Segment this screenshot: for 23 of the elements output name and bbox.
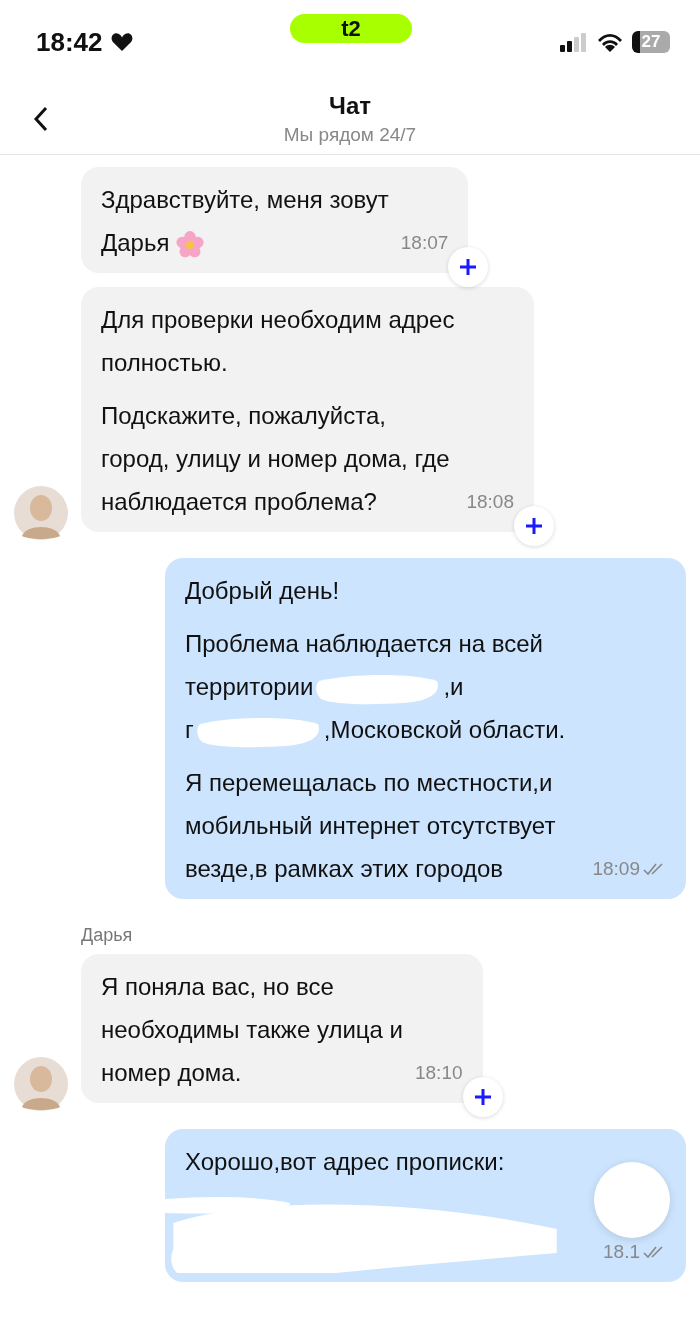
message-text: Добрый день!	[185, 576, 340, 606]
message-text: Я перемещалась по местности,и мобильный интернет отсутствует везде,в рамках этих городов	[185, 768, 556, 884]
battery-level: 27	[632, 31, 670, 53]
message-text: территории	[185, 673, 314, 700]
message-text: Для проверки необходим адрес полностью.	[101, 305, 455, 378]
carrier-logo: t2	[290, 14, 412, 43]
chat-title: Чат	[329, 92, 371, 120]
message-text: Подскажите, пожалуйста, город, улицу и номер дома, где наблюдается проблема?	[101, 401, 450, 517]
sender-name: Дарья	[81, 925, 134, 946]
message-text: ,и	[443, 673, 464, 700]
message-text: Здравствуйте, меня зовут Дарья	[101, 178, 389, 264]
message-time: 18:08	[466, 490, 514, 514]
message-time: 18.1	[603, 1240, 640, 1264]
message-text: г	[185, 716, 194, 743]
message-time: 18:09	[592, 857, 640, 881]
message-text: Я поняла вас, но все необходимы также улица и номер дома.	[101, 972, 403, 1088]
chat-subtitle: Мы рядом 24/7	[283, 124, 417, 146]
message-text: Хорошо,вот адрес прописки:	[185, 1147, 505, 1177]
message-text: Проблема наблюдается на всей	[185, 630, 544, 657]
message-time: 18:10	[414, 1061, 463, 1085]
message-time: 18:07	[400, 231, 449, 255]
message-text: ,Московской области.	[323, 716, 566, 743]
status-time: 18:42	[36, 26, 103, 58]
